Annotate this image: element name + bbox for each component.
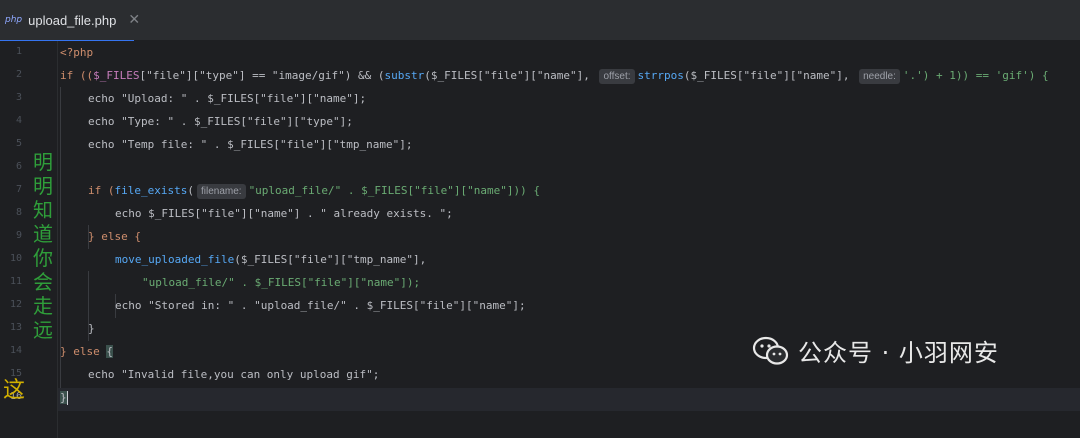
watermark-text: 公众号 · 小羽网安 [798, 339, 999, 367]
code-line-10: move_uploaded_file($_FILES["file"]["tmp_… [115, 253, 427, 266]
code-line-4: echo "Type: " . $_FILES["file"]["type"]; [88, 115, 353, 128]
line-number: 12 [9, 299, 22, 310]
text-caret [66, 391, 68, 405]
bottom-overlay-char: 这 [3, 378, 26, 403]
code-line-11: "upload_file/" . $_FILES["file"]["name"]… [142, 276, 421, 289]
php-file-icon: php [5, 15, 23, 25]
code-line-5: echo "Temp file: " . $_FILES["file"]["tm… [88, 138, 413, 151]
editor-tab-bar: php upload_file.php ✕ [0, 0, 1080, 42]
close-icon[interactable]: ✕ [128, 12, 140, 28]
inlay-hint-filename: filename: [196, 184, 246, 199]
code-line-7: if (file_exists(filename: "upload_file/" … [88, 184, 540, 199]
vertical-overlay-text: 明明知道你会走远 [33, 150, 53, 342]
code-line-9: } else { [88, 230, 141, 243]
wechat-watermark: 公众号 · 小羽网安 [752, 333, 999, 368]
line-number: 11 [9, 276, 22, 287]
line-number: 9 [15, 230, 22, 241]
wechat-logo-icon [752, 336, 790, 366]
line-number: 6 [15, 161, 22, 172]
line-number: 10 [9, 253, 22, 264]
inlay-hint-needle: needle: [859, 69, 900, 84]
code-line-16: } [60, 391, 68, 405]
line-number: 5 [15, 138, 22, 149]
inlay-hint-offset: offset: [599, 69, 635, 84]
line-number: 1 [15, 46, 22, 57]
code-line-8: echo $_FILES["file"]["name"] . " already… [115, 207, 453, 220]
line-number: 14 [9, 345, 22, 356]
line-number: 8 [15, 207, 22, 218]
code-line-2: if (($_FILES["file"]["type"] == "image/g… [60, 69, 1049, 84]
line-number: 13 [9, 322, 22, 333]
code-editor[interactable]: 1 2 3 4 5 6 7 8 9 10 11 12 13 14 15 16 <?php if (($_FIL… [0, 41, 1080, 438]
line-number: 2 [15, 69, 22, 80]
line-number: 4 [15, 115, 22, 126]
code-line-1: <?php [60, 46, 94, 59]
matched-brace: { [106, 345, 113, 358]
tab-upload-file[interactable]: php upload_file.php ✕ [0, 0, 140, 42]
tab-title: upload_file.php [28, 12, 117, 28]
code-line-3: echo "Upload: " . $_FILES["file"]["name"… [88, 92, 367, 105]
line-number: 7 [15, 184, 22, 195]
line-number: 3 [15, 92, 22, 103]
code-line-12: echo "Stored in: " . "upload_file/" . $_… [115, 299, 526, 312]
code-area[interactable]: <?php if (($_FILES["file"]["type"] == "i… [60, 41, 1080, 438]
